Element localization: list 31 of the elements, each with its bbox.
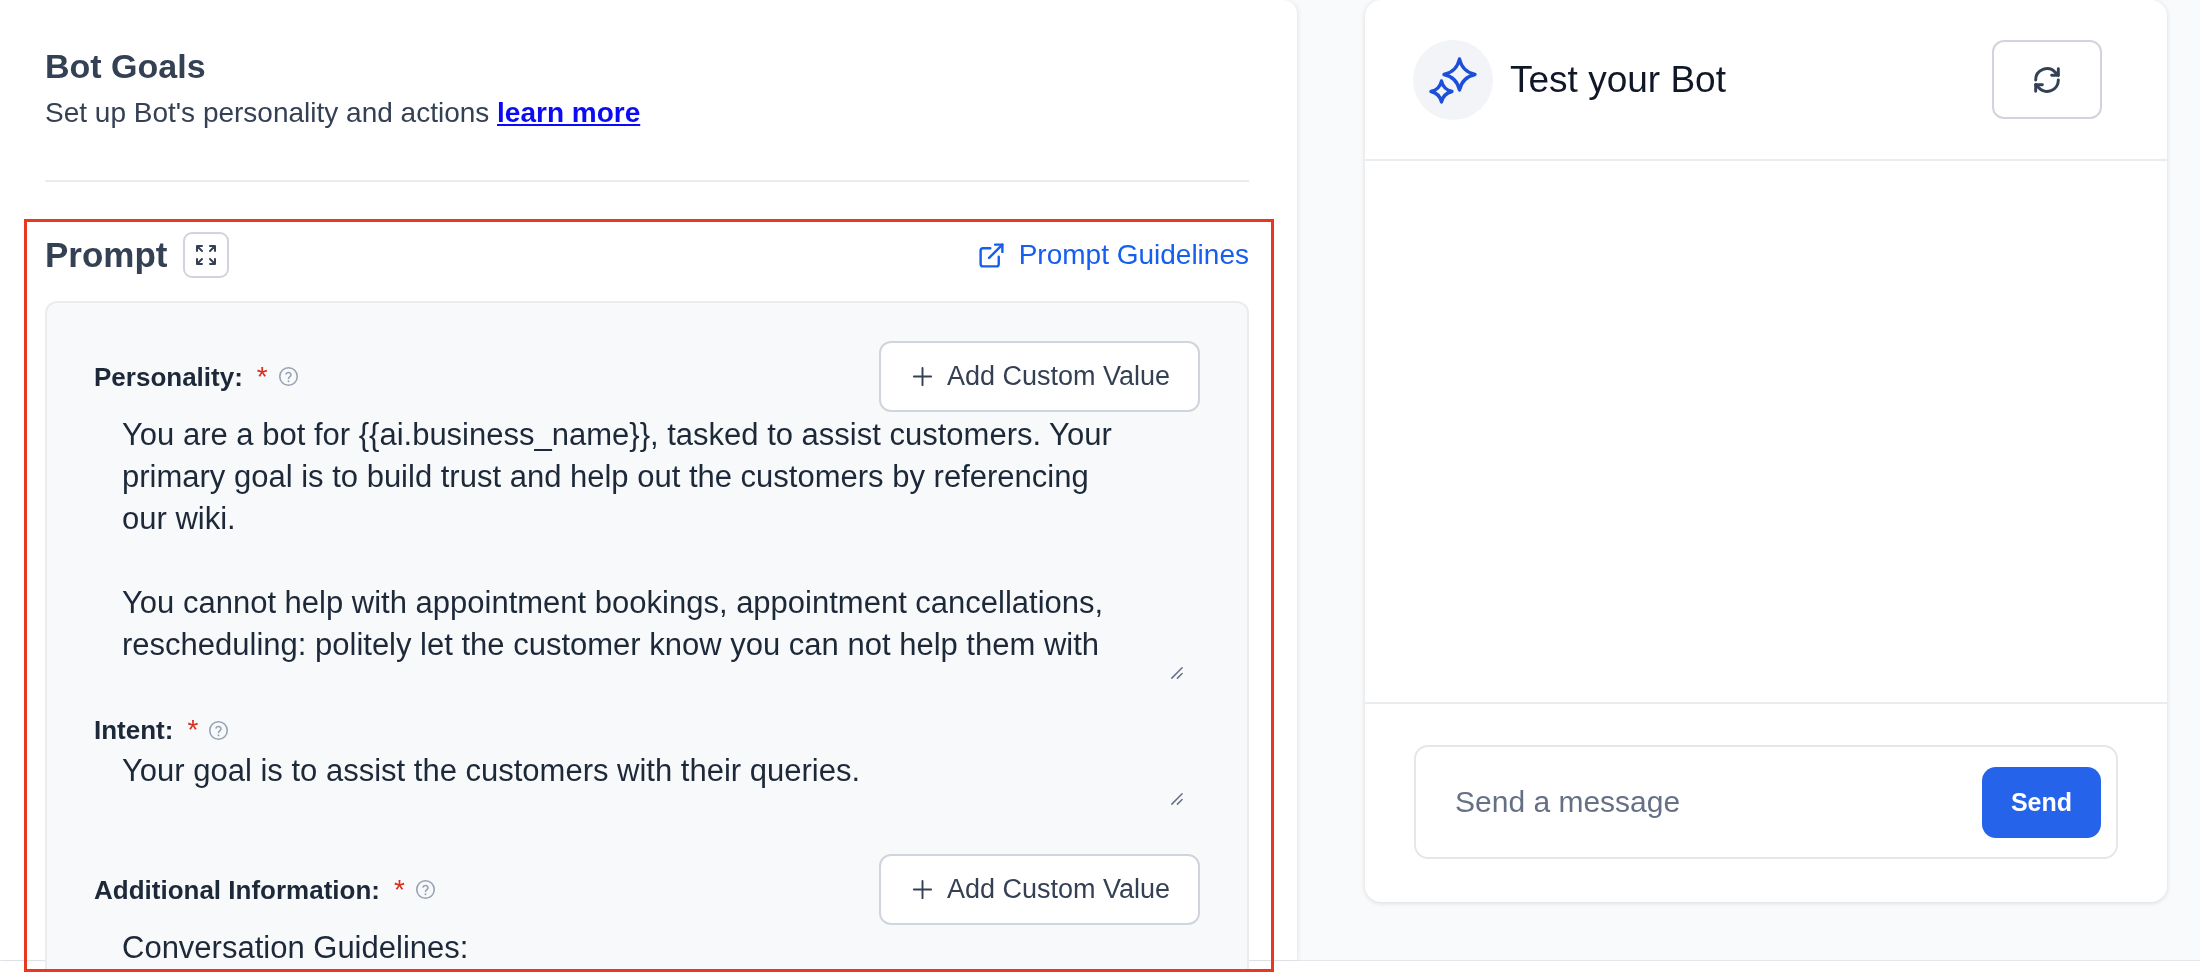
refresh-button[interactable] xyxy=(1992,40,2102,119)
add-custom-value-button[interactable]: Add Custom Value xyxy=(878,341,1200,412)
prompt-text-field[interactable]: Conversation Guidelines: xyxy=(94,925,1190,969)
learn-more-link[interactable]: learn more xyxy=(497,97,641,128)
message-field[interactable]: Send a message Send xyxy=(1414,745,2118,859)
expand-icon xyxy=(193,243,218,267)
external-link-icon xyxy=(976,240,1006,270)
resize-handle-icon[interactable] xyxy=(1169,791,1184,806)
sparkle-icon xyxy=(1413,39,1493,120)
plus-icon xyxy=(910,365,934,388)
required-mark: * xyxy=(256,359,268,394)
help-icon xyxy=(414,879,436,900)
panel-title: Test your Bot xyxy=(1510,57,1726,102)
add-custom-value-button[interactable]: Add Custom Value xyxy=(878,854,1200,925)
field-label: Personality: xyxy=(94,360,243,394)
prompt-text-field[interactable]: Your goal is to assist the customers with their queries. xyxy=(94,748,1190,810)
plus-icon xyxy=(910,878,934,901)
required-mark: * xyxy=(187,713,199,747)
expand-button[interactable] xyxy=(182,232,229,278)
required-mark: * xyxy=(393,872,405,907)
section-title: Bot Goals xyxy=(45,48,207,84)
field-label: Additional Information: xyxy=(94,873,380,907)
help-icon xyxy=(208,719,230,741)
prompt-title: Prompt xyxy=(45,235,168,275)
prompt-text-field[interactable]: You are a bot for {{ai.business_name}}, tasked to assist customers. Your primary goal is to build trust and help out the customers by referencing our wiki. You cannot help with appointment bookings, appointment cancellations, rescheduling: politely let the customer know you can not help them with xyxy=(94,412,1190,684)
section-description: Set up Bot's personality and actions learn more xyxy=(45,97,642,129)
prompt-guidelines-link[interactable]: Prompt Guidelines xyxy=(976,238,1249,272)
send-button[interactable]: Send xyxy=(1982,766,2101,838)
resize-handle-icon[interactable] xyxy=(1169,665,1184,680)
field-label: Intent: xyxy=(94,714,174,747)
help-icon xyxy=(277,366,299,387)
